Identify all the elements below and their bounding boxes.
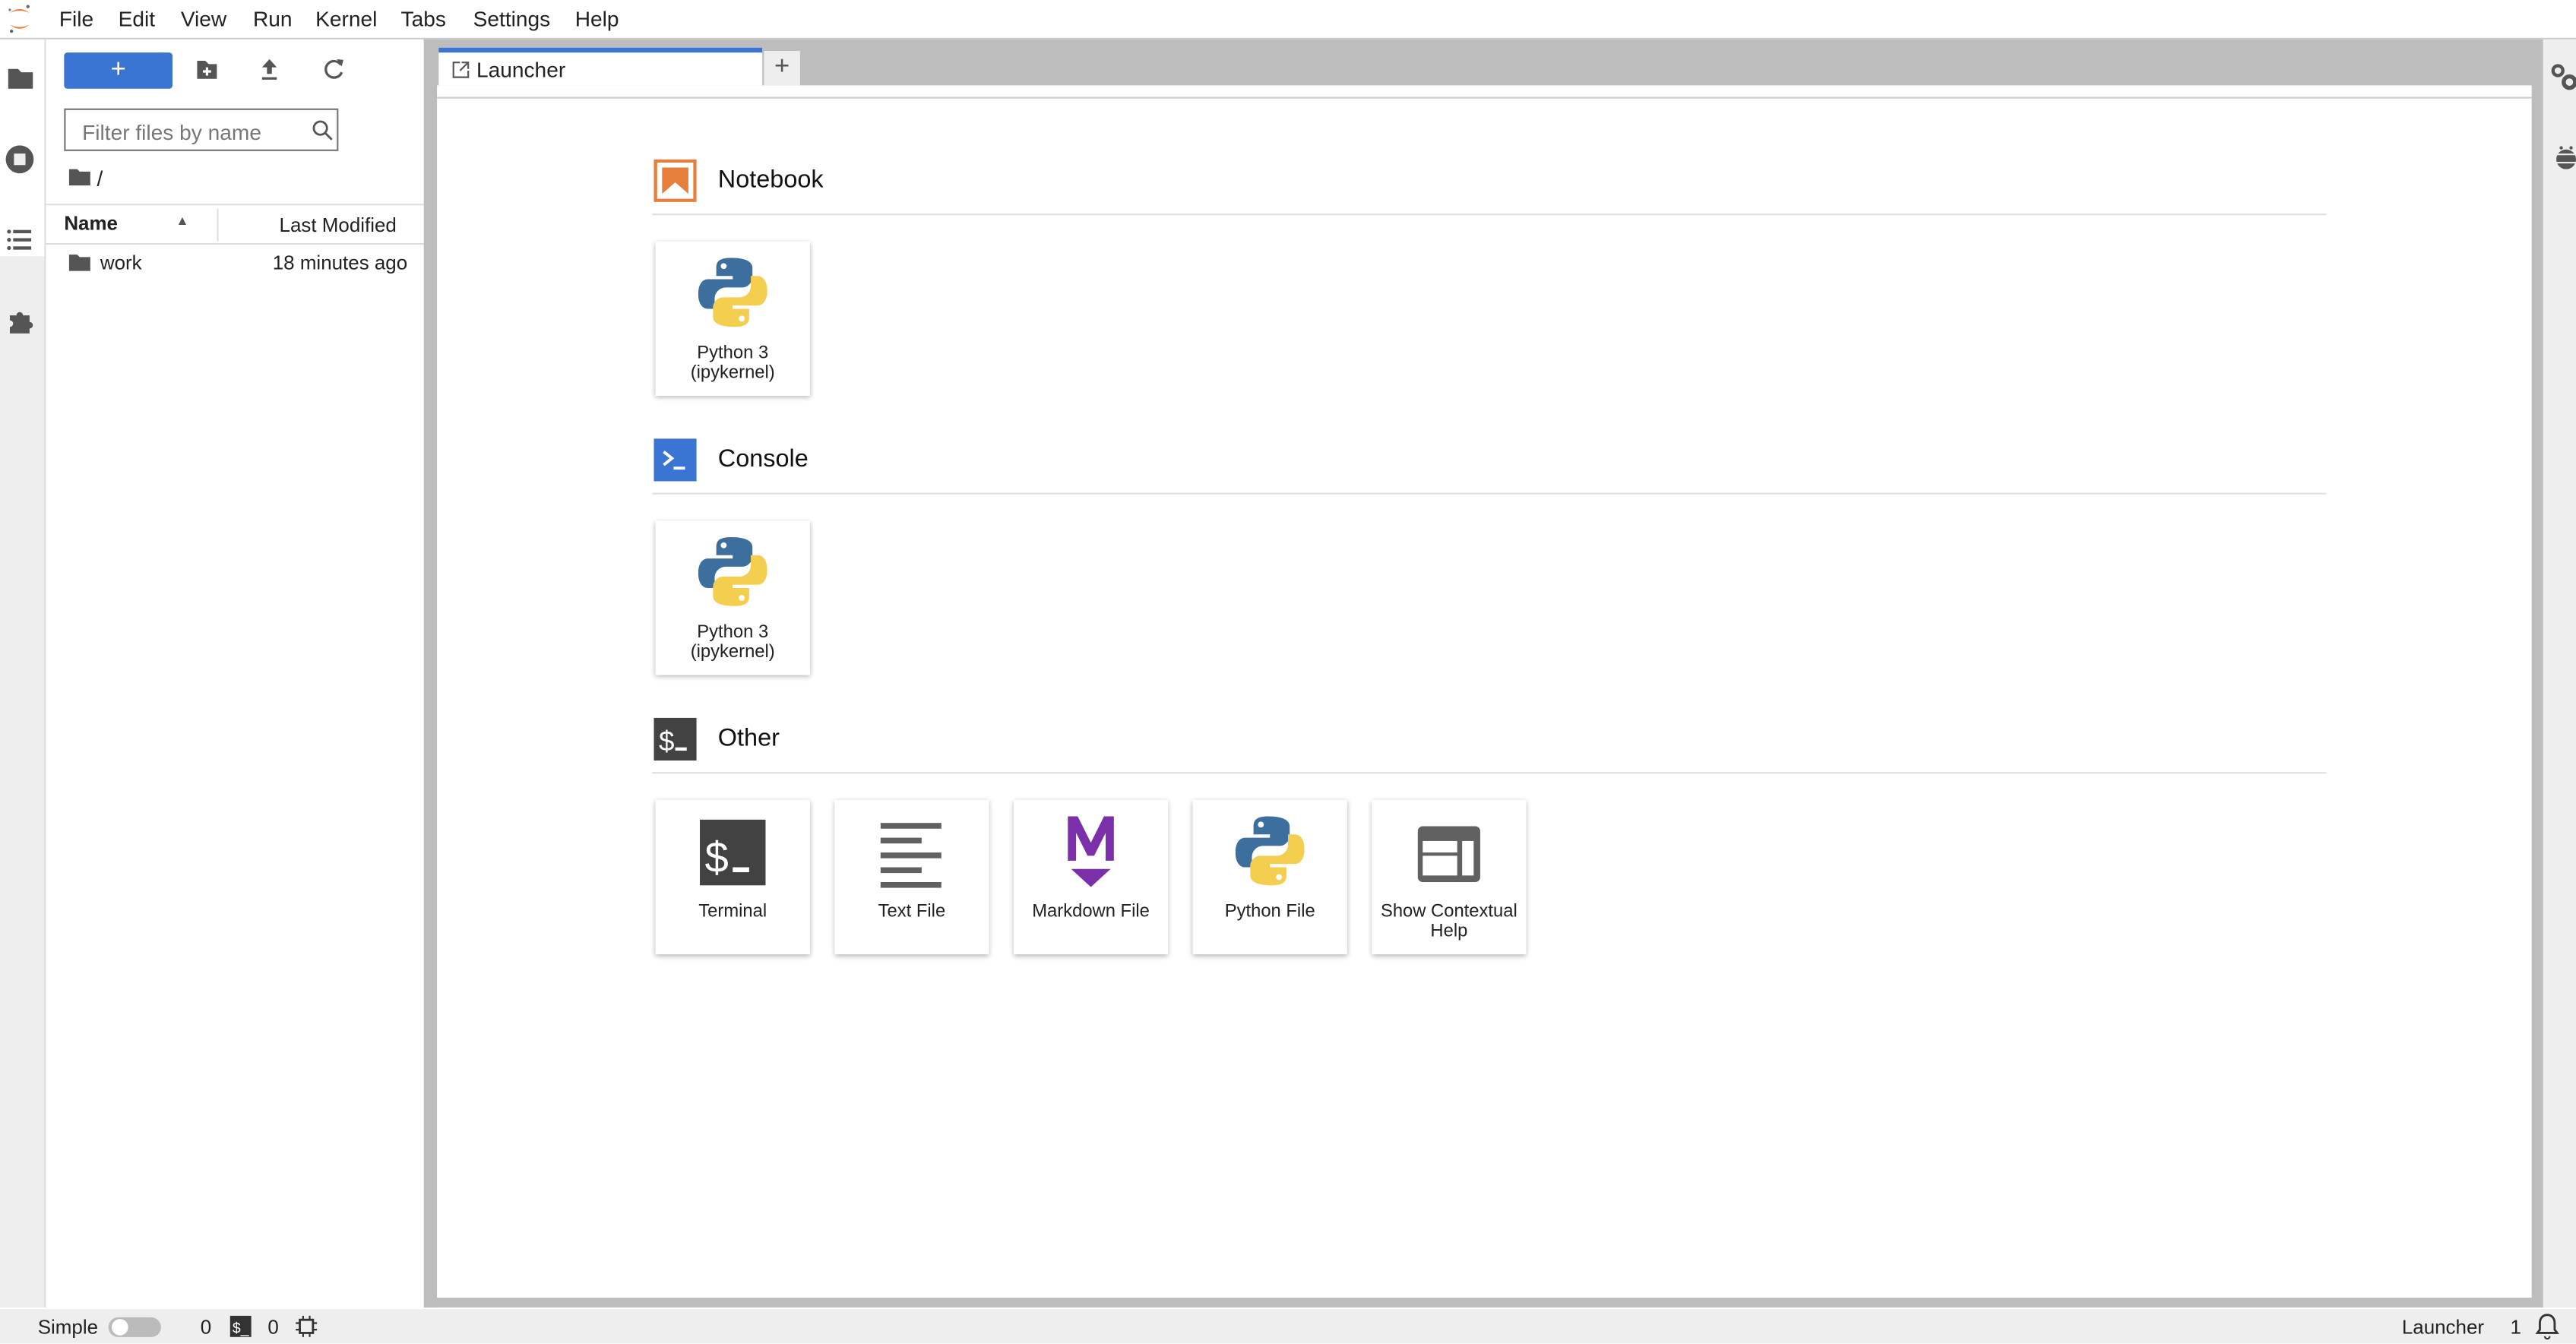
launcher-panel: Notebook Python 3 (ipykernel) Console Py… (437, 98, 2532, 1298)
card-label: Terminal (698, 901, 767, 922)
terminal-icon[interactable]: $_ (229, 1315, 252, 1337)
breadcrumb-folder-icon[interactable] (68, 168, 90, 186)
markdown-icon (1068, 816, 1114, 887)
menu-view[interactable]: View (181, 7, 226, 31)
menu-tabs[interactable]: Tabs (401, 7, 446, 31)
menu-run[interactable]: Run (253, 7, 293, 31)
launcher-card-notebook-python3[interactable]: Python 3 (ipykernel) (655, 241, 810, 397)
refresh-icon[interactable] (324, 58, 345, 81)
folder-icon[interactable] (7, 65, 35, 90)
python-icon (698, 258, 767, 327)
tab-launcher[interactable]: Launcher (438, 47, 763, 86)
file-row[interactable]: work 18 minutes ago (46, 246, 424, 279)
card-label: Show Contextual Help (1380, 901, 1517, 941)
section-title-other: Other (717, 724, 780, 753)
terminal-icon: $ (700, 819, 766, 886)
svg-text:$: $ (659, 726, 674, 757)
text-file-icon (880, 823, 941, 888)
launcher-tab-icon (452, 62, 470, 78)
search-icon (312, 120, 333, 141)
upload-icon[interactable] (260, 58, 280, 81)
right-sidebar (2543, 39, 2576, 1308)
launcher-card-text-file[interactable]: Text File (834, 799, 989, 955)
file-name: work (100, 251, 142, 275)
kernel-count[interactable]: 0 (267, 1316, 278, 1339)
card-label: Markdown File (1032, 901, 1150, 922)
sort-ascending-icon: ▲ (176, 213, 189, 229)
launcher-card-console-python3[interactable]: Python 3 (ipykernel) (655, 520, 810, 675)
left-sidebar (0, 39, 46, 1308)
launcher-card-terminal[interactable]: $ Terminal (655, 799, 810, 955)
menu-edit[interactable]: Edit (119, 7, 155, 31)
terminal-icon: $ (653, 717, 697, 761)
new-folder-icon[interactable] (195, 59, 218, 81)
property-inspector-icon[interactable] (2551, 62, 2576, 92)
simple-mode-toggle[interactable] (108, 1317, 161, 1337)
terminal-count[interactable]: 0 (201, 1316, 211, 1339)
column-name-label: Name (64, 211, 118, 236)
console-icon (653, 438, 697, 482)
card-label: Python 3 (ipykernel) (690, 622, 775, 663)
python-icon (698, 536, 767, 606)
menu-settings[interactable]: Settings (473, 7, 551, 31)
card-label: Text File (878, 901, 946, 922)
notification-bell-icon[interactable] (2535, 1312, 2559, 1340)
simple-mode-label: Simple (37, 1315, 99, 1339)
active-tab-label: Launcher (2401, 1315, 2485, 1339)
menu-help[interactable]: Help (575, 7, 619, 31)
launcher-card-contextual-help[interactable]: Show Contextual Help (1372, 799, 1527, 955)
card-label: Python File (1224, 901, 1315, 922)
section-title-console: Console (717, 444, 809, 473)
panel-splitter[interactable] (423, 39, 438, 1308)
filter-files-input[interactable] (78, 118, 308, 147)
menu-kernel[interactable]: Kernel (315, 7, 377, 31)
new-tab-button[interactable]: + (764, 51, 800, 86)
filter-files-field[interactable] (64, 108, 339, 151)
file-modified: 18 minutes ago (272, 251, 408, 275)
running-sessions-icon[interactable] (5, 144, 34, 174)
python-icon (1235, 816, 1305, 886)
notebook-icon (653, 159, 697, 202)
status-bar: Simple 0 $_ 0 Launcher 1 (0, 1309, 2576, 1344)
column-header-last-modified[interactable]: Last Modified (280, 213, 397, 236)
jupyter-logo-icon (8, 5, 30, 33)
extensions-icon[interactable] (7, 307, 35, 335)
table-of-contents-icon[interactable] (7, 229, 33, 251)
new-launcher-button[interactable]: + (64, 52, 173, 89)
section-title-notebook: Notebook (717, 166, 824, 194)
launcher-card-markdown-file[interactable]: Markdown File (1013, 799, 1169, 955)
debugger-icon[interactable] (2553, 144, 2576, 171)
folder-icon (68, 255, 90, 271)
notification-count[interactable]: 1 (2511, 1316, 2521, 1339)
contextual-help-icon (1417, 826, 1480, 882)
card-label: Python 3 (ipykernel) (690, 343, 775, 383)
menu-file[interactable]: File (59, 7, 93, 31)
svg-text:$_: $_ (233, 1320, 250, 1336)
column-header-name[interactable]: Name ▲ (46, 205, 219, 242)
launcher-card-python-file[interactable]: Python File (1192, 799, 1347, 955)
svg-text:$: $ (704, 833, 728, 881)
tab-label: Launcher (476, 57, 566, 83)
menubar: File Edit View Run Kernel Tabs Settings … (0, 0, 2576, 40)
breadcrumb-path[interactable]: / (97, 166, 103, 190)
kernel-icon[interactable] (296, 1315, 318, 1337)
